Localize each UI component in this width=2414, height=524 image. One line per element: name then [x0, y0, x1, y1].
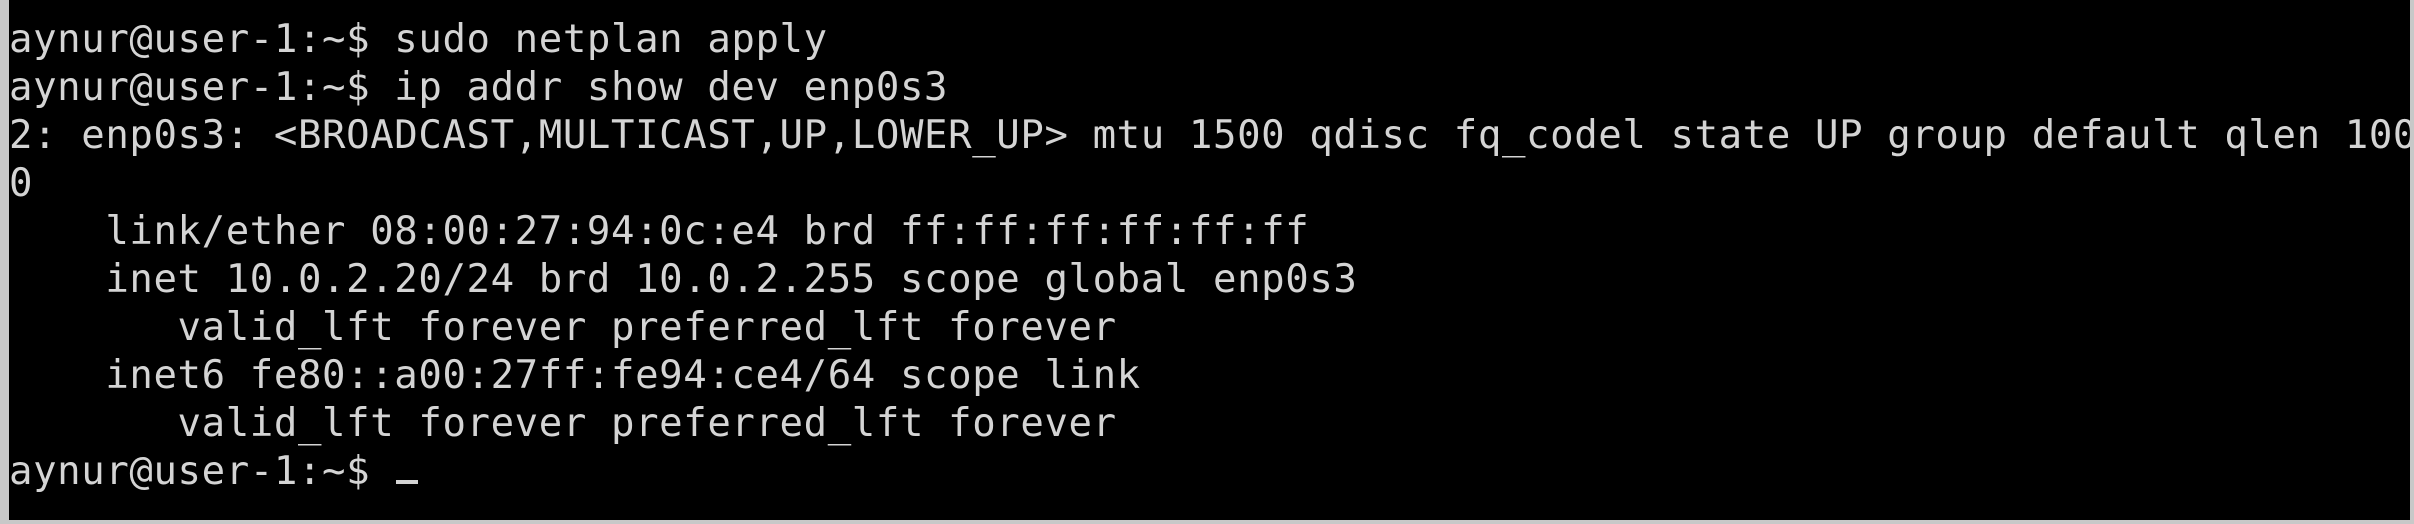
terminal-line: inet 10.0.2.20/24 brd 10.0.2.255 scope g… — [9, 257, 1358, 302]
text-cursor — [396, 480, 419, 484]
terminal-line: inet6 fe80::a00:27ff:fe94:ce4/64 scope l… — [9, 353, 1141, 398]
terminal-line: aynur@user-1:~$ ip addr show dev enp0s3 — [9, 65, 949, 110]
terminal-line: link/ether 08:00:27:94:0c:e4 brd ff:ff:f… — [9, 209, 1310, 254]
terminal-screen[interactable]: aynur@user-1:~$ sudo netplan apply aynur… — [9, 0, 2410, 520]
terminal-line: valid_lft forever preferred_lft forever — [9, 401, 1117, 446]
terminal-line: valid_lft forever preferred_lft forever — [9, 305, 1117, 350]
terminal-output: aynur@user-1:~$ sudo netplan apply aynur… — [9, 16, 2410, 496]
terminal-line: 2: enp0s3: <BROADCAST,MULTICAST,UP,LOWER… — [9, 113, 2410, 158]
terminal-line: aynur@user-1:~$ sudo netplan apply — [9, 17, 828, 62]
command-prompt-line[interactable]: aynur@user-1:~$ — [9, 448, 2410, 496]
shell-prompt: aynur@user-1:~$ — [9, 449, 395, 494]
terminal-line: 0 — [9, 161, 34, 206]
